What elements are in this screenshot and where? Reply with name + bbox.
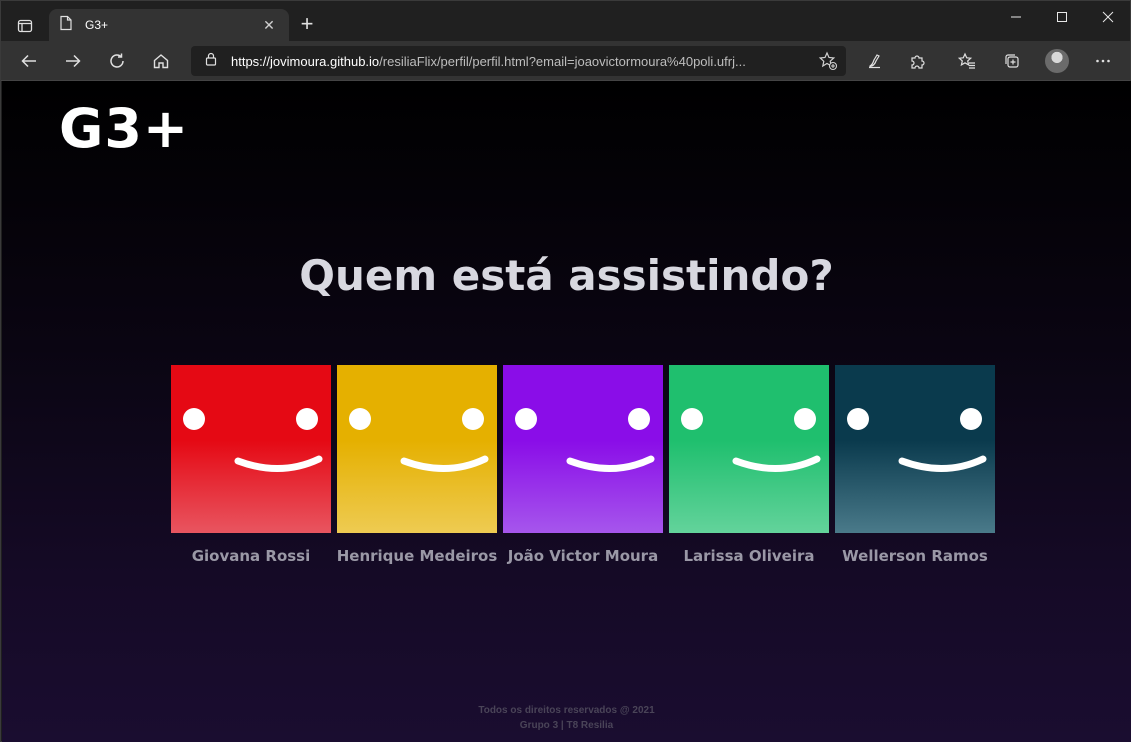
tab-title: G3+: [85, 18, 109, 32]
site-logo[interactable]: G3+: [59, 97, 189, 160]
url-path: /resiliaFlix/perfil/perfil.html?email=jo…: [379, 53, 746, 69]
arrow-left-icon[interactable]: [15, 47, 43, 75]
tab-actions-icon[interactable]: [9, 10, 41, 42]
favorites-icon[interactable]: [953, 47, 981, 75]
tab-strip: G3+ ✕ +: [1, 1, 1130, 41]
profile-avatar-smiley[interactable]: [503, 365, 663, 533]
tab-close-icon[interactable]: ✕: [259, 17, 279, 34]
profile-name[interactable]: Wellerson Ramos: [842, 547, 988, 565]
profile-name[interactable]: Larissa Oliveira: [683, 547, 814, 565]
profile-card[interactable]: Henrique Medeiros: [337, 365, 497, 575]
profile-list: Giovana Rossi Henrique Medeiros João Victo…: [171, 365, 1001, 575]
new-tab-button[interactable]: +: [295, 13, 319, 37]
profile-name[interactable]: Giovana Rossi: [192, 547, 311, 565]
minimize-icon[interactable]: [993, 1, 1039, 33]
footer: Todos os direitos reservados @ 2021 Grup…: [2, 703, 1131, 733]
profile-avatar-smiley[interactable]: [337, 365, 497, 533]
home-icon[interactable]: [147, 47, 175, 75]
address-bar[interactable]: https://jovimoura.github.io/resiliaFlix/…: [191, 46, 846, 76]
more-icon[interactable]: [1089, 47, 1117, 75]
refresh-icon[interactable]: [103, 47, 131, 75]
maximize-icon[interactable]: [1039, 1, 1085, 33]
footer-copyright: Todos os direitos reservados @ 2021: [478, 705, 655, 716]
profile-avatar-smiley[interactable]: [669, 365, 829, 533]
browser-toolbar: https://jovimoura.github.io/resiliaFlix/…: [1, 41, 1130, 111]
profile-card[interactable]: João Victor Moura: [503, 365, 663, 575]
url-scheme: https://: [231, 53, 271, 69]
profile-card[interactable]: Giovana Rossi: [171, 365, 331, 575]
puzzle-icon[interactable]: [904, 47, 932, 75]
arrow-right-icon[interactable]: [59, 47, 87, 75]
profile-name[interactable]: João Victor Moura: [508, 547, 658, 565]
browser-tab[interactable]: G3+ ✕: [49, 9, 289, 41]
page-icon: [59, 15, 73, 36]
browser-window: G3+ ✕ + https://jovimoura.github.io/resi…: [0, 0, 1131, 742]
profile-avatar[interactable]: [1045, 49, 1069, 73]
profile-card[interactable]: Larissa Oliveira: [669, 365, 829, 575]
footer-group: Grupo 3 | T8 Resilia: [519, 720, 614, 731]
lock-icon[interactable]: [205, 52, 217, 71]
profile-avatar-smiley[interactable]: [171, 365, 331, 533]
read-aloud-icon[interactable]: [861, 47, 889, 75]
page-heading: Quem está assistindo?: [299, 251, 834, 300]
url-host: jovimoura.github.io: [270, 53, 380, 69]
page-content: G3+ Quem está assistindo? Giovana Rossi H…: [2, 81, 1131, 742]
profile-card[interactable]: Wellerson Ramos: [835, 365, 995, 575]
close-window-icon[interactable]: [1085, 1, 1131, 33]
profile-name[interactable]: Henrique Medeiros: [337, 547, 498, 565]
star-plus-icon[interactable]: [818, 51, 838, 76]
url-text: https://jovimoura.github.io/resiliaFlix/…: [231, 54, 801, 69]
profile-avatar-smiley[interactable]: [835, 365, 995, 533]
collections-icon[interactable]: [998, 47, 1026, 75]
